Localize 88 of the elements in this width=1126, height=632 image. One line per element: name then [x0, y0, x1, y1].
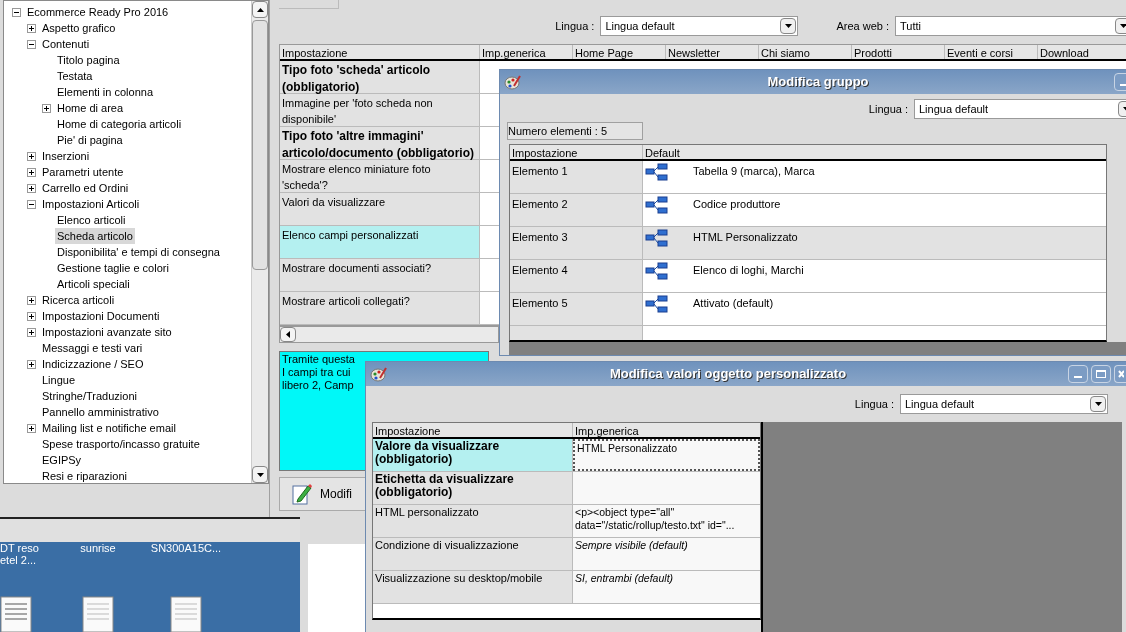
- tree-item[interactable]: Home di area: [55, 99, 126, 117]
- tree-item[interactable]: Indicizzazione / SEO: [40, 355, 146, 373]
- info-text: libero 2, Camp: [282, 379, 354, 392]
- table-cell[interactable]: HTML personalizzato: [373, 505, 573, 537]
- column-header[interactable]: Download: [1038, 45, 1126, 59]
- desktop-icon-label[interactable]: sunrise: [80, 542, 116, 554]
- table-cell[interactable]: <p><object type="all" data="/static/rollup/testo.txt" id="...: [573, 505, 760, 537]
- tree-item[interactable]: Messaggi e testi vari: [40, 339, 145, 357]
- column-header[interactable]: Impostazione: [280, 45, 480, 59]
- tree-item[interactable]: Home di categoria articoli: [55, 115, 184, 133]
- language-label: Lingua :: [854, 396, 894, 412]
- table-cell[interactable]: Elemento 5: [510, 293, 643, 325]
- tree-item[interactable]: Resi e riparazioni: [40, 467, 129, 483]
- cell-value: Tabella 9 (marca), Marca: [693, 164, 815, 179]
- desktop-icon-label[interactable]: SN300A15C...: [150, 542, 222, 554]
- tree-item[interactable]: Impostazioni avanzate sito: [40, 323, 174, 341]
- tree-item[interactable]: Contenuti: [40, 35, 92, 53]
- table-cell[interactable]: Elemento 4: [510, 260, 643, 292]
- window-title: Modifica gruppo: [766, 73, 870, 92]
- element-count: Numero elementi : 5: [507, 122, 643, 140]
- tree-item[interactable]: Scheda articolo: [55, 227, 135, 245]
- tree-item[interactable]: Impostazioni Articoli: [40, 195, 142, 213]
- desktop-icon-label[interactable]: DT reso: [0, 542, 40, 554]
- table-cell[interactable]: Elemento 1: [510, 161, 643, 193]
- table-cell[interactable]: Etichetta da visualizzare (obbligatorio): [373, 472, 573, 504]
- table-cell[interactable]: Valore da visualizzare (obbligatorio): [373, 439, 573, 471]
- table-cell[interactable]: Mostrare elenco miniature foto 'scheda'?: [280, 160, 480, 192]
- cell-value: Elenco di loghi, Marchi: [693, 263, 804, 278]
- table-cell[interactable]: HTML Personalizzato: [643, 227, 1106, 259]
- table-cell[interactable]: Visualizzazione su desktop/mobile: [373, 571, 573, 603]
- column-header[interactable]: Chi siamo: [759, 45, 852, 59]
- tree-item[interactable]: Testata: [55, 67, 95, 85]
- table-cell[interactable]: Mostrare articoli collegati?: [280, 292, 480, 324]
- tree-item[interactable]: Impostazioni Documenti: [40, 307, 162, 325]
- tree-item[interactable]: Parametri utente: [40, 163, 126, 181]
- table-cell[interactable]: Tipo foto 'altre immagini' articolo/documento (obbligatorio): [280, 127, 480, 159]
- dropdown[interactable]: Lingua default: [914, 99, 1126, 119]
- column-header[interactable]: Home Page: [573, 45, 666, 59]
- tree-item[interactable]: Ricerca articoli: [40, 291, 117, 309]
- tree-item[interactable]: Stringhe/Traduzioni: [40, 387, 139, 405]
- dropdown[interactable]: Lingua default: [900, 394, 1108, 414]
- table-cell[interactable]: Tipo foto 'scheda' articolo (obbligatorio): [280, 61, 480, 93]
- tree-item[interactable]: Inserzioni: [40, 147, 92, 165]
- tree-item[interactable]: EGIPSy: [40, 451, 84, 469]
- info-text: I campi tra cui: [282, 366, 351, 379]
- column-header[interactable]: Imp.generica: [573, 423, 760, 437]
- column-header[interactable]: Newsletter: [666, 45, 759, 59]
- info-text: Tramite questa: [282, 353, 355, 366]
- filter-label: Lingua :: [555, 18, 595, 34]
- filter-label: Area web :: [836, 18, 889, 34]
- table-cell[interactable]: Condizione di visualizzazione: [373, 538, 573, 570]
- table-cell[interactable]: Elemento 3: [510, 227, 643, 259]
- tree-item[interactable]: Elementi in colonna: [55, 83, 155, 101]
- tree-item[interactable]: Lingue: [40, 371, 78, 389]
- cell-value: HTML Personalizzato: [693, 230, 798, 245]
- table-cell[interactable]: Elenco campi personalizzati: [280, 226, 480, 258]
- tree-item[interactable]: Pie' di pagina: [55, 131, 125, 149]
- table-cell[interactable]: Mostrare documenti associati?: [280, 259, 480, 291]
- tree-item[interactable]: Articoli speciali: [55, 275, 132, 293]
- table-cell[interactable]: Elemento 2: [510, 194, 643, 226]
- column-header[interactable]: Imp.generica: [480, 45, 573, 59]
- column-header[interactable]: Impostazione: [510, 145, 643, 159]
- table-cell[interactable]: SI, entrambi (default): [573, 571, 760, 603]
- tree-item[interactable]: Spese trasporto/incasso gratuite: [40, 435, 202, 453]
- cell-value: Codice produttore: [693, 197, 781, 212]
- tree-item[interactable]: Titolo pagina: [55, 51, 122, 69]
- cell-value: Attivato (default): [693, 296, 774, 311]
- tree-item[interactable]: Aspetto grafico: [40, 19, 118, 37]
- tree-item[interactable]: Mailing list e notifiche email: [40, 419, 178, 437]
- window-title: Modifica valori oggetto personalizzato: [608, 365, 848, 384]
- dropdown[interactable]: Lingua default: [600, 16, 799, 36]
- desktop-icon-label[interactable]: etel 2...: [0, 554, 40, 566]
- tree-item[interactable]: Disponibilita' e tempi di consegna: [55, 243, 222, 261]
- column-header[interactable]: Eventi e corsi: [945, 45, 1038, 59]
- column-header[interactable]: Default: [643, 145, 1106, 159]
- table-cell[interactable]: Valori da visualizzare: [280, 193, 480, 225]
- column-header[interactable]: Prodotti: [852, 45, 945, 59]
- table-cell[interactable]: Sempre visibile (default): [573, 538, 760, 570]
- dropdown[interactable]: Tutti: [895, 16, 1126, 36]
- tree-item[interactable]: Elenco articoli: [55, 211, 128, 229]
- table-cell[interactable]: Immagine per 'foto scheda non disponibile': [280, 94, 480, 126]
- tree-item[interactable]: Gestione taglie e colori: [55, 259, 171, 277]
- language-label: Lingua :: [868, 101, 908, 117]
- table-cell[interactable]: HTML Personalizzato: [573, 439, 760, 471]
- tree-item[interactable]: Ecommerce Ready Pro 2016: [25, 3, 171, 21]
- column-header[interactable]: Impostazione: [373, 423, 573, 437]
- tree-item[interactable]: Pannello amministrativo: [40, 403, 161, 421]
- tree-item[interactable]: Carrello ed Ordini: [40, 179, 131, 197]
